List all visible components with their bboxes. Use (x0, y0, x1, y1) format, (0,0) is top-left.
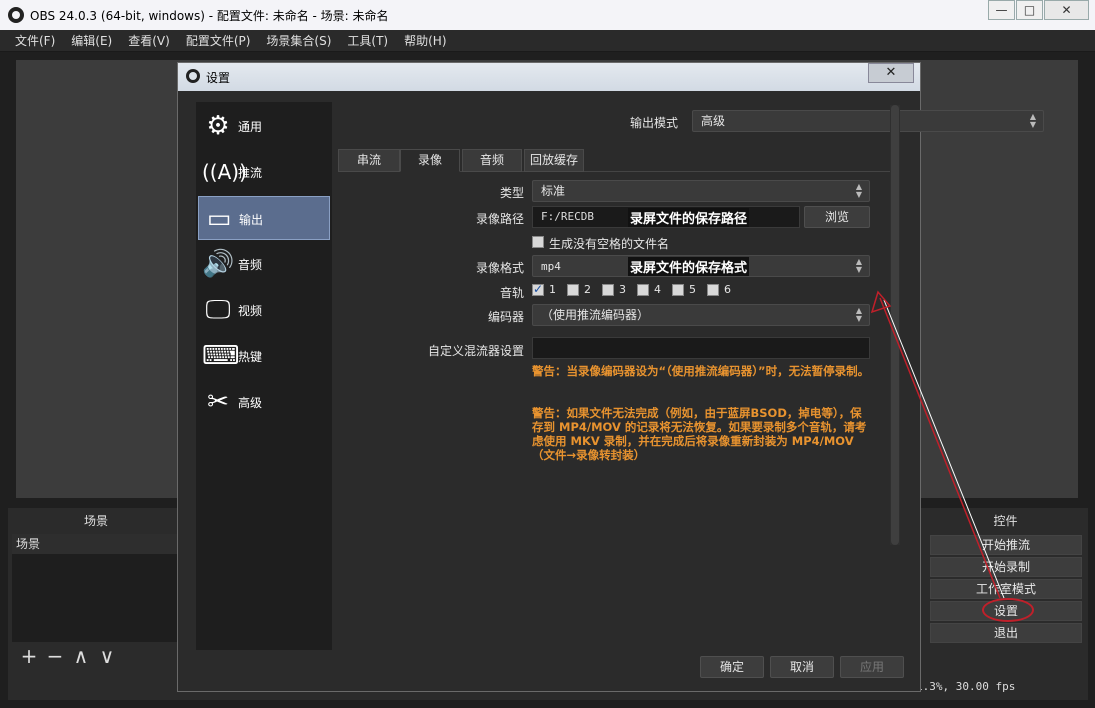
annotation-arrow (870, 290, 1005, 599)
